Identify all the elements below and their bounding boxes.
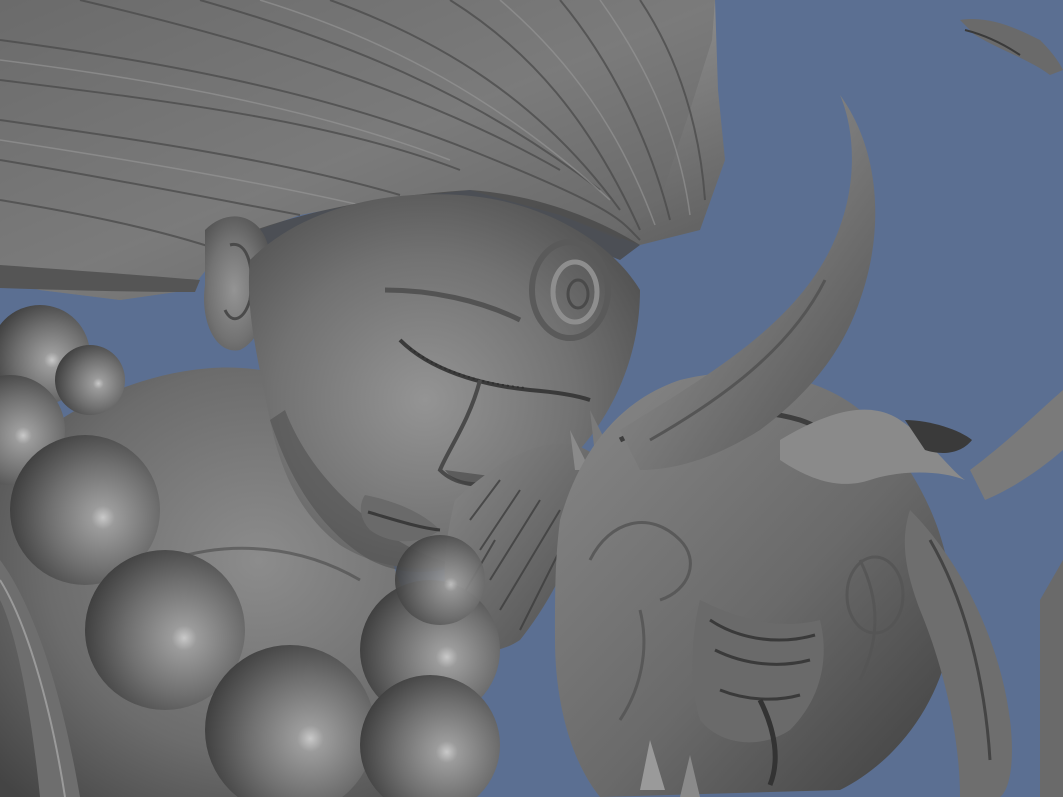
bead: [55, 345, 125, 415]
sculpt-viewport[interactable]: [0, 0, 1063, 797]
bead: [395, 535, 485, 625]
sculpt-render: [0, 0, 1063, 797]
